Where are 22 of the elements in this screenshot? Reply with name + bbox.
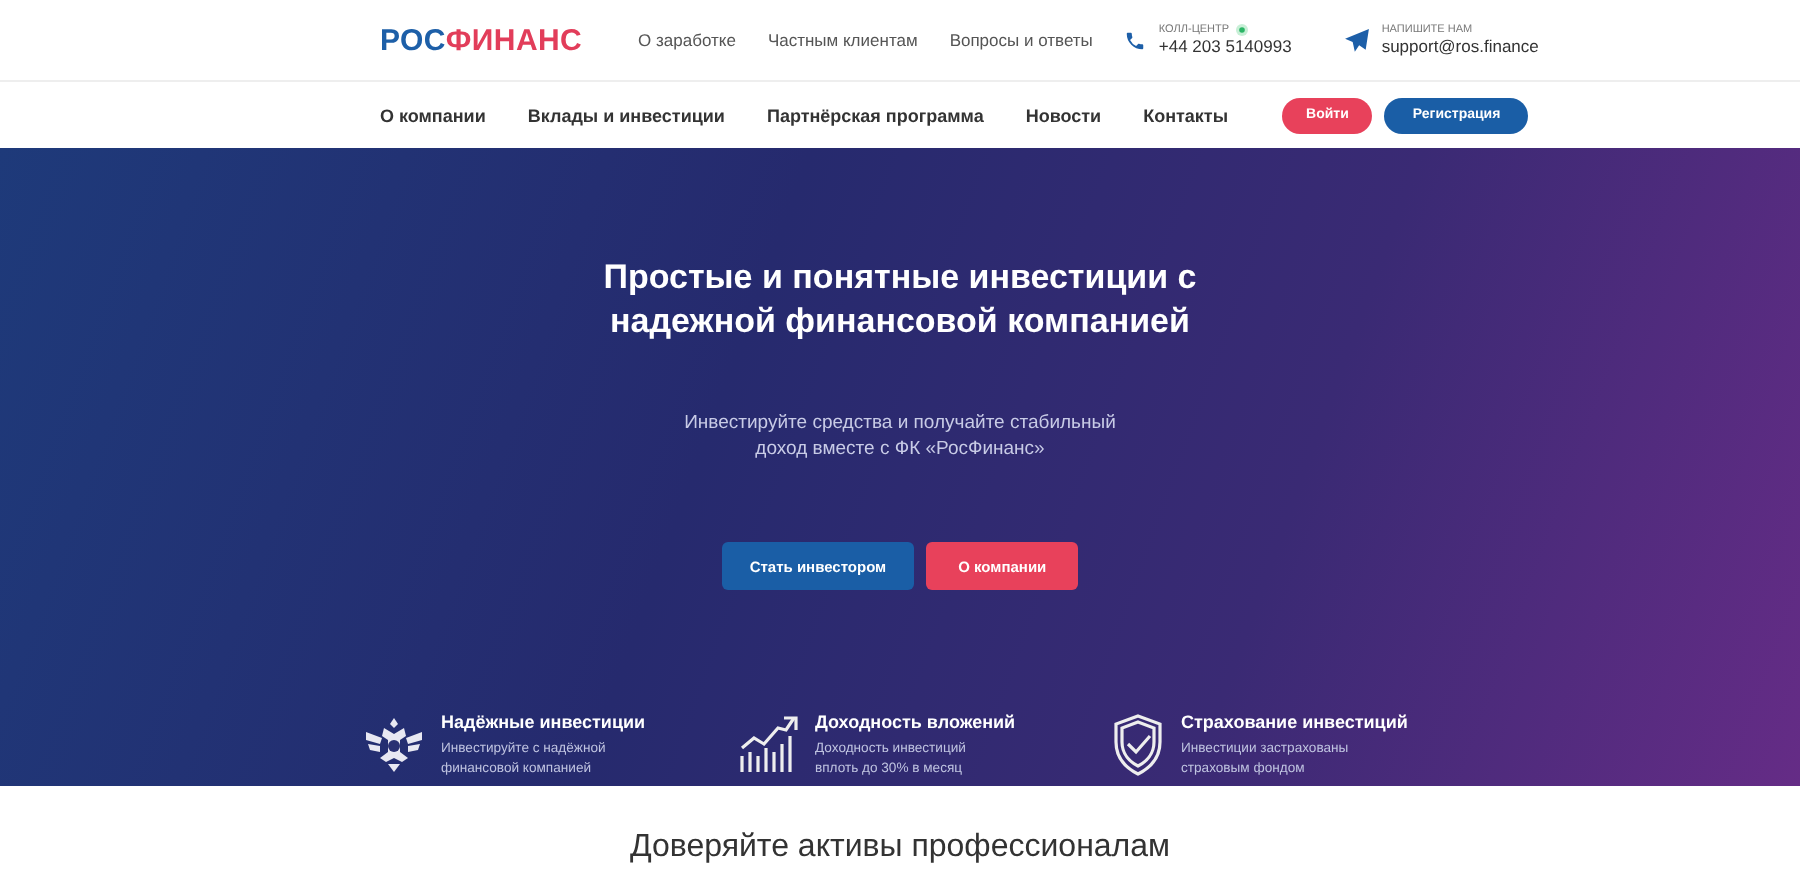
- feature-title: Надёжные инвестиции: [441, 712, 646, 732]
- top-link[interactable]: Вопросы и ответы: [949, 30, 1093, 50]
- phone-number[interactable]: +44 203 5140993: [1158, 36, 1292, 56]
- nav-item[interactable]: О компании: [380, 105, 486, 125]
- growth-chart-icon: [735, 712, 799, 776]
- top-link[interactable]: О заработке: [638, 30, 736, 50]
- email-link[interactable]: support@ros.finance: [1381, 36, 1539, 56]
- send-icon: [1343, 27, 1370, 53]
- section-title: Доверяйте активы профессионалам: [627, 830, 1173, 866]
- nav-item[interactable]: Вклады и инвестиции: [527, 105, 725, 125]
- hero-subtitle: Инвестируйте средства и получайте стабильный доход вместе с ФК «РосФинанс»: [682, 410, 1118, 462]
- phone-icon: [1124, 29, 1147, 51]
- nav-item[interactable]: Партнёрская программа: [766, 105, 984, 125]
- hero-title: Простые и понятные инвестиции с надежной финансовой компанией: [601, 256, 1199, 344]
- nav-item[interactable]: Новости: [1025, 105, 1102, 125]
- top-link[interactable]: Частным клиентам: [767, 30, 918, 50]
- logo[interactable]: РОСФИНАНС: [380, 23, 583, 57]
- status-dot-icon: [1235, 24, 1248, 36]
- feature-title: Страхование инвестиций: [1181, 712, 1408, 732]
- feature-title: Доходность вложений: [815, 712, 1016, 732]
- shield-check-icon: [1109, 712, 1165, 776]
- nav-item[interactable]: Контакты: [1143, 105, 1229, 125]
